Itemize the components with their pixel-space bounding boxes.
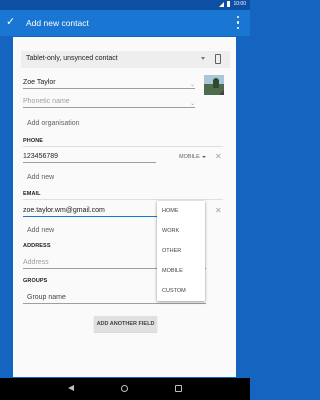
- recent-apps-icon[interactable]: [175, 385, 182, 392]
- menu-item-custom[interactable]: CUSTOM: [157, 281, 205, 301]
- phone-value: 123456789: [23, 153, 59, 160]
- more-dot: [237, 26, 240, 29]
- photo-tree: [213, 78, 219, 88]
- more-vert-icon[interactable]: [237, 16, 240, 29]
- menu-item-mobile[interactable]: MOBILE: [157, 261, 205, 281]
- back-icon[interactable]: [68, 385, 74, 391]
- status-icons: 10:00: [219, 1, 246, 7]
- account-dropdown-arrow-icon: [201, 57, 205, 60]
- address-section-label: ADDRESS: [23, 243, 51, 249]
- email-field[interactable]: zoe.taylor.wm@gmail.com: [23, 205, 157, 217]
- add-new-phone-link[interactable]: Add new: [27, 174, 54, 181]
- page-title: Add new contact: [26, 18, 89, 28]
- phonetic-name-field[interactable]: Phonetic name: [23, 96, 195, 108]
- account-selector[interactable]: Tablet-only, unsynced contact: [21, 51, 230, 68]
- email-value: zoe.taylor.wm@gmail.com: [23, 207, 105, 214]
- phone-icon: [215, 54, 221, 64]
- remove-phone-close-icon[interactable]: ✕: [215, 153, 222, 161]
- contact-photo[interactable]: [204, 75, 224, 95]
- battery-icon: [227, 1, 231, 7]
- phone-number-field[interactable]: 123456789: [23, 151, 156, 163]
- group-name-placeholder: Group name: [27, 294, 66, 301]
- signal-icon: [219, 1, 225, 7]
- phone-section-label: PHONE: [23, 138, 44, 144]
- add-organisation-link[interactable]: Add organisation: [27, 120, 80, 127]
- status-bar: 10:00: [0, 0, 250, 10]
- remove-email-close-icon[interactable]: ✕: [215, 207, 222, 215]
- phonetic-name-placeholder: Phonetic name: [23, 98, 70, 105]
- email-type-menu: HOME WORK OTHER MOBILE CUSTOM: [157, 201, 205, 301]
- groups-section-label: GROUPS: [23, 278, 48, 284]
- app-bar: ✓ Add new contact: [0, 10, 250, 36]
- name-field[interactable]: Zoe Taylor: [23, 77, 195, 89]
- done-check-icon[interactable]: ✓: [6, 15, 15, 29]
- more-dot: [237, 21, 240, 24]
- more-dot: [237, 16, 240, 19]
- phone-type-selector[interactable]: MOBILE: [179, 154, 206, 160]
- phone-type-dropdown-icon: [201, 155, 206, 158]
- menu-item-work[interactable]: WORK: [157, 221, 205, 241]
- email-section-label: EMAIL: [23, 191, 41, 197]
- address-placeholder: Address: [23, 259, 49, 266]
- menu-item-other[interactable]: OTHER: [157, 241, 205, 261]
- phone-divider: [23, 146, 223, 147]
- status-time: 10:00: [233, 1, 246, 7]
- add-new-email-link[interactable]: Add new: [27, 227, 54, 234]
- navigation-bar: [0, 378, 250, 400]
- add-another-field-button[interactable]: ADD ANOTHER FIELD: [94, 316, 157, 332]
- phone-type-label: MOBILE: [179, 154, 200, 160]
- phonetic-expand-chevron-icon[interactable]: ⌄: [190, 100, 195, 108]
- contact-editor-sheet: Tablet-only, unsynced contact Zoe Taylor…: [13, 37, 236, 377]
- menu-item-home[interactable]: HOME: [157, 201, 205, 221]
- account-label: Tablet-only, unsynced contact: [26, 55, 118, 62]
- photo-edit-corner-icon: [219, 90, 224, 95]
- name-expand-chevron-icon[interactable]: ⌄: [190, 81, 195, 89]
- name-value: Zoe Taylor: [23, 79, 56, 86]
- email-divider: [23, 199, 223, 200]
- home-icon[interactable]: [121, 385, 128, 392]
